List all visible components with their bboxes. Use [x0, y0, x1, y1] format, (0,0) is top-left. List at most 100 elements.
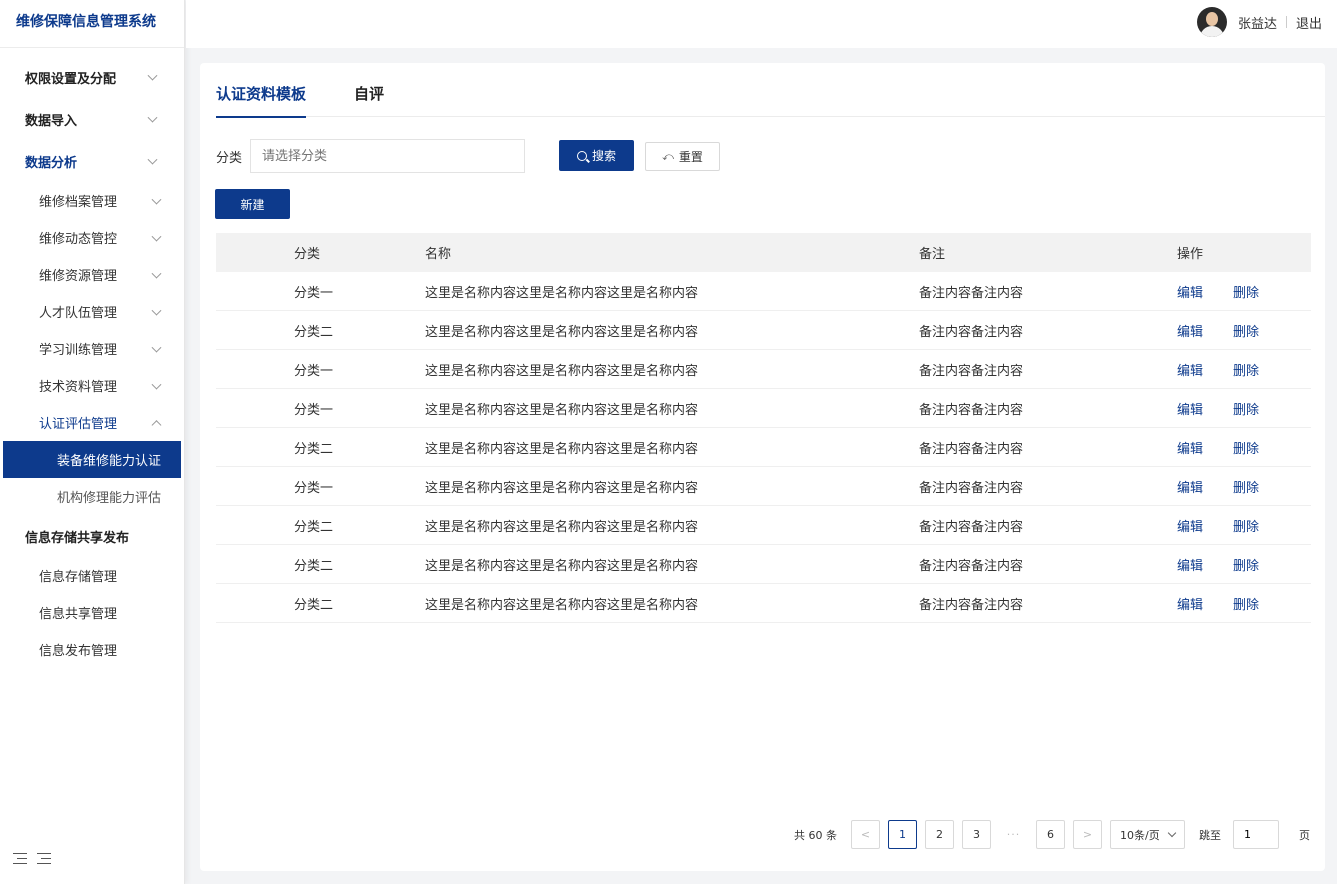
delete-link[interactable]: 删除: [1233, 442, 1259, 457]
sidebar-item-institution-evaluation[interactable]: 机构修理能力评估: [0, 478, 184, 515]
sidebar-item-info-publish[interactable]: 信息发布管理: [0, 631, 184, 668]
sidebar-collapse-controls: [13, 853, 51, 864]
cell-category: 分类一: [294, 402, 334, 418]
sidebar-item-label: 装备维修能力认证: [57, 454, 162, 469]
prev-page-button[interactable]: <: [851, 820, 880, 849]
cell-name: 这里是名称内容这里是名称内容这里是名称内容: [425, 441, 699, 457]
cell-category: 分类二: [294, 519, 334, 535]
avatar[interactable]: [1196, 7, 1227, 37]
table-row: 分类一 这里是名称内容这里是名称内容这里是名称内容 备注内容备注内容 编辑 删除: [216, 467, 1311, 506]
user-name[interactable]: 张益达: [1238, 13, 1277, 32]
page-button-2[interactable]: 2: [925, 820, 954, 849]
total-count: 共 60 条: [794, 828, 837, 842]
sidebar-item-maintenance-resources[interactable]: 维修资源管理: [0, 256, 184, 293]
sidebar-item-data-analysis[interactable]: 数据分析: [0, 140, 184, 182]
next-page-button[interactable]: >: [1073, 820, 1102, 849]
sidebar-item-label: 维修动态管控: [39, 232, 118, 247]
cell-name: 这里是名称内容这里是名称内容这里是名称内容: [425, 324, 699, 340]
sidebar-item-maintenance-archives[interactable]: 维修档案管理: [0, 182, 184, 219]
chevron-down-icon: [1167, 828, 1177, 838]
tab-self-evaluation[interactable]: 自评: [354, 83, 384, 117]
table-row: 分类一 这里是名称内容这里是名称内容这里是名称内容 备注内容备注内容 编辑 删除: [216, 350, 1311, 389]
sidebar-item-certification[interactable]: 认证评估管理: [0, 404, 184, 441]
cell-category: 分类二: [294, 324, 334, 340]
sidebar-item-info-sharing[interactable]: 信息存储共享发布: [0, 515, 184, 557]
table-row: 分类二 这里是名称内容这里是名称内容这里是名称内容 备注内容备注内容 编辑 删除: [216, 506, 1311, 545]
cell-operations: 编辑 删除: [1177, 555, 1289, 574]
delete-link[interactable]: 删除: [1233, 364, 1259, 379]
page-size-select[interactable]: 10条/页: [1110, 820, 1185, 849]
delete-link[interactable]: 删除: [1233, 325, 1259, 340]
cell-note: 备注内容备注内容: [919, 480, 1024, 496]
cell-note: 备注内容备注内容: [919, 285, 1024, 301]
sidebar-item-info-storage[interactable]: 信息存储管理: [0, 557, 184, 594]
delete-link[interactable]: 删除: [1233, 403, 1259, 418]
divider: [1285, 16, 1287, 28]
table-body: 分类一 这里是名称内容这里是名称内容这里是名称内容 备注内容备注内容 编辑 删除 分类二这…: [216, 272, 1311, 623]
sidebar-item-permissions[interactable]: 权限设置及分配: [0, 56, 184, 98]
sidebar-item-label: 权限设置及分配: [25, 71, 117, 87]
edit-link[interactable]: 编辑: [1177, 598, 1203, 613]
edit-link[interactable]: 编辑: [1177, 442, 1203, 457]
sidebar-item-technical-docs[interactable]: 技术资料管理: [0, 367, 184, 404]
chevron-down-icon: [151, 379, 162, 390]
page-button-1[interactable]: 1: [888, 820, 917, 849]
header-category: 分类: [294, 247, 321, 262]
tab-certification-templates[interactable]: 认证资料模板: [216, 83, 307, 118]
sidebar-item-talent-team[interactable]: 人才队伍管理: [0, 293, 184, 330]
cell-operations: 编辑 删除: [1177, 516, 1289, 535]
edit-link[interactable]: 编辑: [1177, 286, 1203, 301]
page-button-6[interactable]: 6: [1036, 820, 1065, 849]
sidebar-item-label: 机构修理能力评估: [57, 491, 162, 506]
sidebar-item-training[interactable]: 学习训练管理: [0, 330, 184, 367]
edit-link[interactable]: 编辑: [1177, 403, 1203, 418]
sidebar-item-label: 学习训练管理: [39, 343, 118, 358]
indent-decrease-icon[interactable]: [13, 853, 27, 864]
jump-page-input[interactable]: [1233, 820, 1279, 849]
content-card: 认证资料模板 自评 分类 搜索 ⤺ 重置 新建 分类 名称 备注 操作 分类一这…: [200, 63, 1325, 871]
sidebar-item-label: 认证评估管理: [39, 417, 118, 432]
indent-increase-icon[interactable]: [37, 853, 51, 864]
sidebar-item-label: 信息共享管理: [39, 607, 118, 622]
delete-link[interactable]: 删除: [1233, 520, 1259, 535]
chevron-down-icon: [151, 194, 162, 205]
app-title: 维修保障信息管理系统: [0, 0, 184, 48]
filter-bar: 分类: [216, 139, 526, 173]
cell-name: 这里是名称内容这里是名称内容这里是名称内容: [425, 558, 699, 574]
sidebar-item-label: 维修档案管理: [39, 195, 118, 210]
reset-button[interactable]: ⤺ 重置: [645, 142, 720, 171]
header-note: 备注: [919, 247, 946, 262]
chevron-down-icon: [147, 154, 158, 165]
table-row: 分类二 这里是名称内容这里是名称内容这里是名称内容 备注内容备注内容 编辑 删除: [216, 584, 1311, 623]
sidebar-item-label: 人才队伍管理: [39, 306, 118, 321]
category-filter-label: 分类: [216, 150, 243, 166]
sidebar-item-info-share[interactable]: 信息共享管理: [0, 594, 184, 631]
edit-link[interactable]: 编辑: [1177, 364, 1203, 379]
page-button-3[interactable]: 3: [962, 820, 991, 849]
logout-link[interactable]: 退出: [1296, 13, 1322, 32]
category-select[interactable]: [250, 139, 526, 173]
edit-link[interactable]: 编辑: [1177, 481, 1203, 496]
top-bar: 张益达 退出: [186, 0, 1337, 48]
edit-link[interactable]: 编辑: [1177, 325, 1203, 340]
new-button[interactable]: 新建: [215, 189, 290, 219]
delete-link[interactable]: 删除: [1233, 598, 1259, 613]
page-unit-label: 页: [1299, 828, 1310, 842]
sidebar-item-data-import[interactable]: 数据导入: [0, 98, 184, 140]
sidebar-item-equipment-certification[interactable]: 装备维修能力认证: [3, 441, 181, 478]
page-ellipsis[interactable]: ···: [999, 828, 1028, 841]
edit-link[interactable]: 编辑: [1177, 520, 1203, 535]
search-button[interactable]: 搜索: [559, 140, 634, 171]
chevron-down-icon: [151, 231, 162, 242]
delete-link[interactable]: 删除: [1233, 481, 1259, 496]
sidebar-item-label: 信息发布管理: [39, 644, 118, 659]
sidebar-item-maintenance-dynamics[interactable]: 维修动态管控: [0, 219, 184, 256]
jump-label: 跳至: [1199, 828, 1221, 842]
cell-name: 这里是名称内容这里是名称内容这里是名称内容: [425, 597, 699, 613]
delete-link[interactable]: 删除: [1233, 286, 1259, 301]
tab-bar: 认证资料模板 自评: [216, 83, 1325, 118]
delete-link[interactable]: 删除: [1233, 559, 1259, 574]
edit-link[interactable]: 编辑: [1177, 559, 1203, 574]
header-name: 名称: [425, 247, 452, 262]
cell-operations: 编辑 删除: [1177, 477, 1289, 496]
